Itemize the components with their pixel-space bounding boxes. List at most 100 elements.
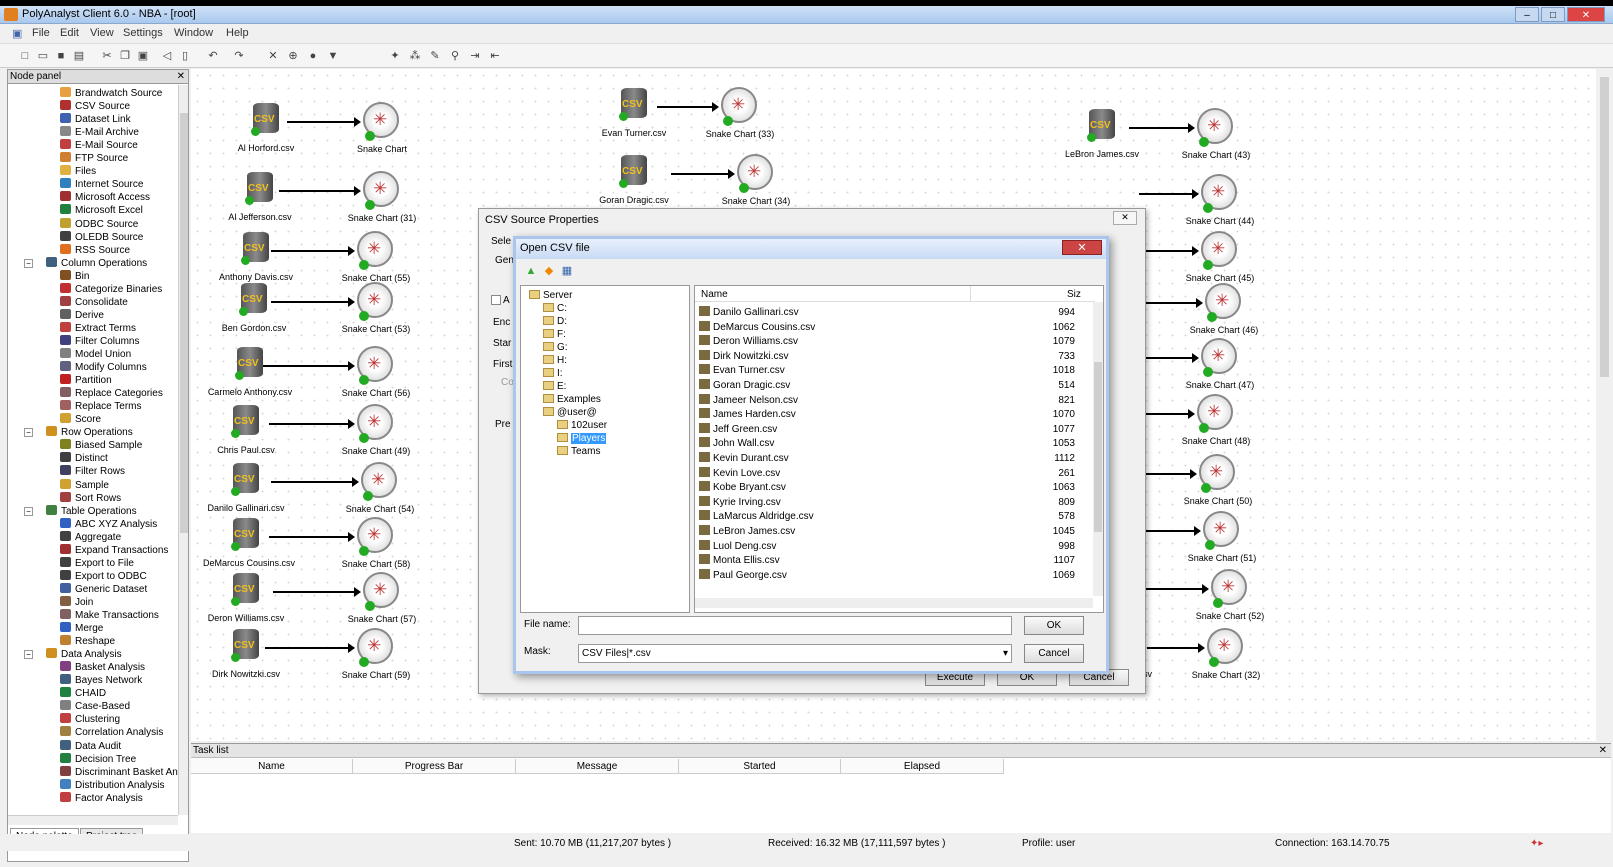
palette-item[interactable]: − Table Operations xyxy=(24,504,137,518)
snake-chart-node[interactable]: ✳ xyxy=(1201,338,1237,377)
column-elapsed[interactable]: Elapsed xyxy=(841,759,1004,774)
connection-arrow[interactable] xyxy=(1129,123,1195,133)
palette-item[interactable]: Microsoft Excel xyxy=(60,204,143,217)
expander-icon[interactable]: − xyxy=(24,428,33,438)
palette-item[interactable]: ODBC Source xyxy=(60,217,138,231)
palette-item[interactable]: Export to ODBC xyxy=(60,569,147,583)
palette-item[interactable]: Filter Rows xyxy=(60,465,125,478)
palette-item[interactable]: Reshape xyxy=(60,635,115,648)
palette-item[interactable]: − Data Analysis xyxy=(24,648,122,661)
snake-chart-node[interactable]: ✳ xyxy=(1201,231,1237,270)
palette-item[interactable]: Partition xyxy=(60,374,112,387)
directory-node[interactable]: 102user xyxy=(557,420,607,432)
palette-item[interactable]: Biased Sample xyxy=(60,439,142,452)
snake-chart-node[interactable]: ✳ xyxy=(357,346,393,385)
expander-icon[interactable]: − xyxy=(24,258,33,268)
palette-item[interactable]: Aggregate xyxy=(60,530,121,544)
palette-item[interactable]: Sample xyxy=(60,478,109,492)
palette-item[interactable]: OLEDB Source xyxy=(60,230,143,244)
palette-item[interactable]: Replace Terms xyxy=(60,400,142,413)
close-window-button[interactable]: ✕ xyxy=(1567,7,1605,22)
column-started[interactable]: Started xyxy=(679,759,841,774)
import-icon[interactable]: ⇤ xyxy=(488,49,502,63)
maximize-button[interactable]: □ xyxy=(1541,7,1565,22)
palette-item[interactable]: FTP Source xyxy=(60,152,128,165)
palette-item[interactable]: Distinct xyxy=(60,452,108,465)
palette-item[interactable]: Bin xyxy=(60,269,89,283)
csv-source-node[interactable]: CSV xyxy=(619,88,647,121)
search-icon[interactable]: ⚲ xyxy=(448,49,462,63)
network-icon[interactable]: ✦ xyxy=(388,49,402,63)
connection-arrow[interactable] xyxy=(271,246,355,256)
directory-node[interactable]: Players xyxy=(557,433,607,445)
palette-item[interactable]: Expand Transactions xyxy=(60,543,168,557)
cancel-button[interactable]: Cancel xyxy=(1024,644,1084,663)
expander-icon[interactable]: − xyxy=(24,506,33,516)
palette-item[interactable]: Internet Source xyxy=(60,178,143,191)
palette-item[interactable]: E-Mail Source xyxy=(60,139,138,152)
snake-chart-node[interactable]: ✳ xyxy=(737,154,773,193)
file-row[interactable]: LeBron James.csv xyxy=(699,525,795,539)
palette-item[interactable]: Categorize Binaries xyxy=(60,282,162,296)
file-row[interactable]: Kevin Durant.csv xyxy=(699,452,789,466)
file-list-hscrollbar[interactable] xyxy=(695,598,1093,608)
connection-arrow[interactable] xyxy=(657,102,719,112)
palette-item[interactable]: Discriminant Basket An xyxy=(60,765,178,779)
export-icon[interactable]: ⇥ xyxy=(468,49,482,63)
csv-source-node[interactable]: CSV xyxy=(239,283,267,316)
snake-chart-node[interactable]: ✳ xyxy=(363,102,399,141)
palette-item[interactable]: Join xyxy=(60,595,93,609)
palette-item[interactable]: Bayes Network xyxy=(60,674,142,687)
snake-chart-node[interactable]: ✳ xyxy=(361,462,397,501)
file-row[interactable]: DeMarcus Cousins.csv xyxy=(699,320,815,335)
file-row[interactable]: Paul George.csv xyxy=(699,568,787,583)
snake-chart-node[interactable]: ✳ xyxy=(363,171,399,210)
file-row[interactable]: Luol Deng.csv xyxy=(699,539,776,554)
menu-edit[interactable]: Edit xyxy=(60,27,79,39)
palette-item[interactable]: Microsoft Access xyxy=(60,191,150,204)
csv-source-node[interactable]: CSV xyxy=(231,405,259,438)
palette-item[interactable]: Extract Terms xyxy=(60,321,136,335)
csv-source-node[interactable]: CSV xyxy=(241,232,269,265)
palette-item[interactable]: Make Transactions xyxy=(60,609,159,622)
file-row[interactable]: Dirk Nowitzki.csv xyxy=(699,349,789,364)
palette-item[interactable]: Correlation Analysis xyxy=(60,726,163,739)
file-row[interactable]: Goran Dragic.csv xyxy=(699,379,790,393)
palette-item[interactable]: Derive xyxy=(60,308,104,322)
palette-item[interactable]: Generic Dataset xyxy=(60,582,147,596)
palette-item[interactable]: CHAID xyxy=(60,687,106,700)
snake-chart-node[interactable]: ✳ xyxy=(1197,394,1233,433)
new-icon[interactable]: □ xyxy=(18,49,32,63)
column-name[interactable]: Name xyxy=(701,289,728,300)
column-message[interactable]: Message xyxy=(516,759,679,774)
snake-chart-node[interactable]: ✳ xyxy=(1207,628,1243,667)
connection-arrow[interactable] xyxy=(271,477,359,487)
palette-item[interactable]: Merge xyxy=(60,622,103,635)
palette-item[interactable]: Dataset Link xyxy=(60,113,131,126)
scroll-thumb[interactable] xyxy=(1094,362,1102,532)
file-row[interactable]: Jameer Nelson.csv xyxy=(699,393,798,408)
palette-item[interactable]: RSS Source xyxy=(60,243,130,257)
snake-chart-node[interactable]: ✳ xyxy=(357,628,393,667)
undo-icon[interactable]: ↶ xyxy=(206,49,220,63)
palette-item[interactable]: Files xyxy=(60,165,96,178)
canvas-scrollbar[interactable] xyxy=(1598,69,1611,741)
file-row[interactable]: LaMarcus Aldridge.csv xyxy=(699,510,814,524)
connection-arrow[interactable] xyxy=(269,419,355,429)
snake-chart-node[interactable]: ✳ xyxy=(357,517,393,556)
copy-icon[interactable]: ❐ xyxy=(118,49,132,63)
directory-node[interactable]: F: xyxy=(543,329,566,341)
file-list-scrollbar[interactable] xyxy=(1093,302,1103,596)
save-icon[interactable]: ■ xyxy=(54,49,68,63)
palette-item[interactable]: Replace Categories xyxy=(60,387,163,400)
directory-node[interactable]: I: xyxy=(543,368,563,380)
close-icon[interactable]: ✕ xyxy=(1113,211,1137,225)
pin-icon[interactable]: ▼ xyxy=(326,49,340,63)
palette-item[interactable]: Clustering xyxy=(60,713,120,726)
csv-source-node[interactable]: CSV xyxy=(231,629,259,662)
connection-arrow[interactable] xyxy=(269,532,355,542)
snake-chart-node[interactable]: ✳ xyxy=(1197,108,1233,147)
csv-source-node[interactable]: CSV xyxy=(251,103,279,136)
connection-arrow[interactable] xyxy=(271,297,355,307)
open-folder-icon[interactable]: ▭ xyxy=(36,49,50,63)
